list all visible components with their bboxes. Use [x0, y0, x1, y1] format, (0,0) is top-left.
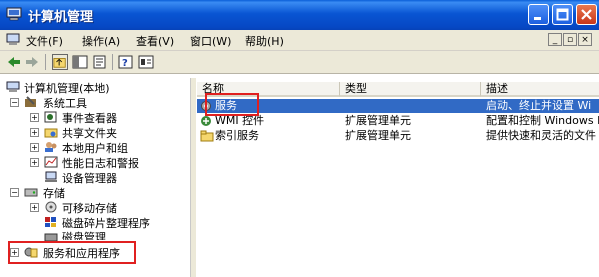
tree-item-storage[interactable]: 存储 [43, 185, 65, 201]
menu-bar: 文件(F) 操作(A) 查看(V) 窗口(W) 帮助(H) _ ▫ × [0, 30, 599, 51]
tree-item-performance-logs[interactable]: 性能日志和警报 [62, 155, 139, 171]
removable-storage-icon [45, 201, 57, 213]
tree-item-local-users[interactable]: 本地用户和组 [62, 140, 128, 156]
window-title: 计算机管理 [28, 10, 94, 25]
performance-icon [44, 156, 58, 168]
list-row[interactable]: 索引服务 扩展管理单元 提供快速和灵活的文件 [197, 129, 599, 143]
toolbar-separator [45, 54, 46, 70]
tree-item-disk-management[interactable]: 磁盘管理 [62, 230, 106, 240]
highlight-box [205, 93, 259, 116]
properties-icon[interactable] [138, 54, 154, 70]
console-tree: 计算机管理(本地) − 系统工具 + 事件查看器 + 共享文件夹 + 本地用户和… [0, 78, 191, 277]
menu-window[interactable]: 窗口(W) [190, 33, 231, 49]
row-description: 配置和控制 Windows M [486, 114, 599, 127]
minimize-icon [534, 17, 541, 20]
menu-view[interactable]: 查看(V) [136, 33, 174, 49]
tree-root[interactable]: 计算机管理(本地) [24, 80, 110, 96]
tree-item-removable-storage[interactable]: 可移动存储 [62, 200, 117, 216]
row-type: 扩展管理单元 [345, 129, 411, 142]
toolbar-separator [112, 54, 113, 70]
users-icon [45, 142, 57, 152]
back-arrow-icon[interactable] [6, 54, 22, 70]
expand-toggle[interactable]: + [30, 158, 39, 167]
row-name: WMI 控件 [215, 114, 265, 127]
tree-item-event-viewer[interactable]: 事件查看器 [62, 110, 117, 126]
highlight-box [8, 241, 136, 264]
collapse-toggle[interactable]: − [10, 98, 19, 107]
details-list: 名称 类型 描述 服务 启动、终止并设置 Wi WMI 控件 扩展管理单元 配置… [197, 78, 599, 277]
menu-file[interactable]: 文件(F) [26, 33, 63, 49]
maximize-button[interactable] [552, 4, 573, 25]
menu-action[interactable]: 操作(A) [82, 33, 120, 49]
toolbar: ? [0, 51, 599, 74]
expand-toggle[interactable]: + [30, 128, 39, 137]
tools-icon [25, 96, 36, 107]
indexing-service-icon [200, 130, 214, 142]
computer-management-icon [6, 7, 22, 21]
child-close-button[interactable]: × [578, 33, 592, 46]
maximize-icon [556, 8, 569, 21]
minimize-button[interactable] [528, 4, 549, 25]
list-row[interactable]: WMI 控件 扩展管理单元 配置和控制 Windows M [197, 114, 599, 128]
tree-item-device-manager[interactable]: 设备管理器 [62, 170, 117, 186]
app-system-icon[interactable] [6, 33, 20, 46]
storage-icon [24, 188, 38, 197]
tree-item-shared-folders[interactable]: 共享文件夹 [62, 125, 117, 141]
show-hide-tree-icon[interactable] [72, 54, 88, 70]
menu-help[interactable]: 帮助(H) [245, 33, 284, 49]
close-icon [581, 9, 592, 20]
column-header-type[interactable]: 类型 [340, 82, 481, 97]
help-icon[interactable]: ? [118, 54, 134, 70]
computer-icon [6, 81, 20, 92]
tree-item-system-tools[interactable]: 系统工具 [43, 95, 87, 111]
child-minimize-button[interactable]: _ [548, 33, 562, 46]
expand-toggle[interactable]: + [30, 203, 39, 212]
export-list-icon[interactable] [92, 54, 108, 70]
expand-toggle[interactable]: + [30, 143, 39, 152]
shared-folder-icon [44, 128, 58, 138]
column-header-description[interactable]: 描述 [481, 82, 599, 97]
child-restore-button[interactable]: ▫ [563, 33, 577, 46]
collapse-toggle[interactable]: − [10, 188, 19, 197]
event-viewer-icon [44, 111, 57, 123]
title-bar: 计算机管理 [0, 0, 599, 30]
row-type: 扩展管理单元 [345, 114, 411, 127]
pane-splitter[interactable] [191, 78, 196, 277]
close-button[interactable] [576, 4, 597, 25]
row-name: 索引服务 [215, 129, 259, 142]
up-folder-icon[interactable] [52, 54, 68, 70]
expand-toggle[interactable]: + [30, 113, 39, 122]
svg-text:?: ? [122, 58, 128, 69]
defrag-icon [45, 217, 56, 227]
forward-arrow-icon[interactable] [24, 54, 40, 70]
device-manager-icon [45, 171, 57, 182]
row-description: 提供快速和灵活的文件 [486, 129, 596, 142]
wmi-control-icon [201, 116, 211, 126]
tree-item-disk-defragmenter[interactable]: 磁盘碎片整理程序 [62, 215, 150, 231]
row-description: 启动、终止并设置 Wi [486, 99, 592, 112]
